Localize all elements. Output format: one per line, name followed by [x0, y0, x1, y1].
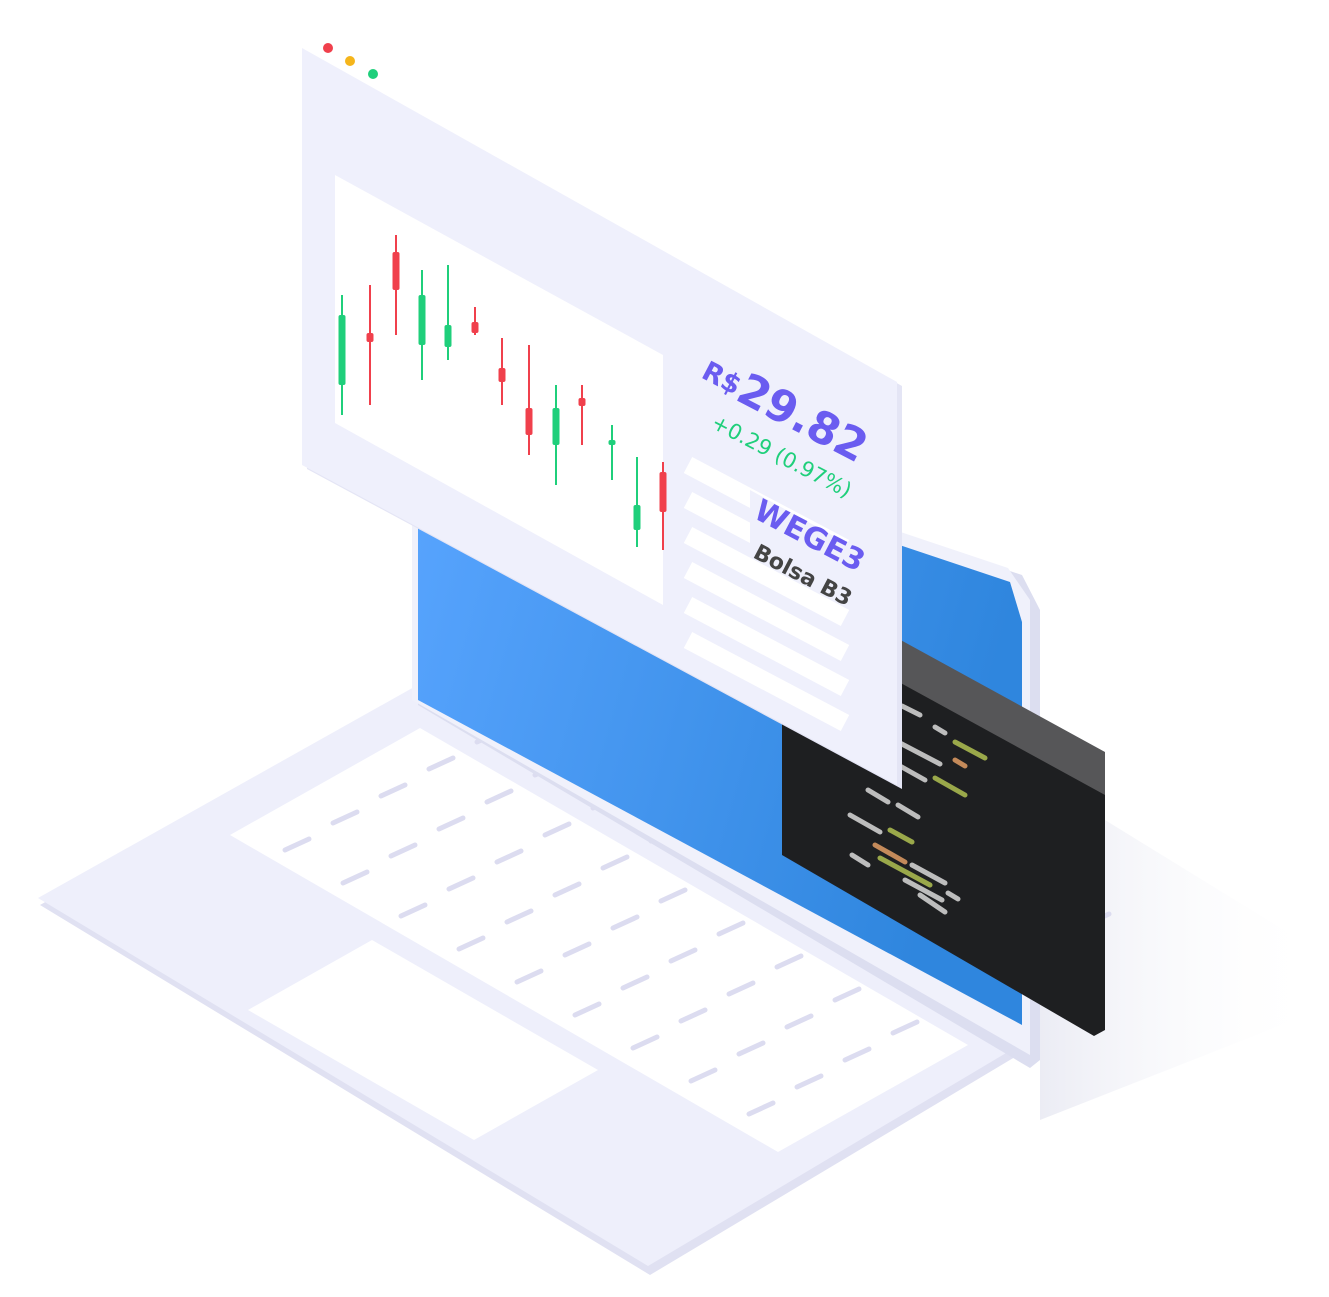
candle-body [608, 440, 616, 445]
candle-body [633, 505, 641, 530]
candle-body [471, 322, 479, 333]
close-dot[interactable] [323, 43, 333, 53]
illustration: R$ 29.82 +0.29 (0.97%) WEGE3 Bolsa B3 [38, 43, 1320, 1275]
candle-body [659, 472, 667, 512]
candle-body [444, 325, 452, 347]
maximize-dot[interactable] [368, 69, 378, 79]
candle-body [418, 295, 426, 345]
candle-body [578, 398, 586, 406]
candle-body [525, 408, 533, 435]
candle-body [338, 315, 346, 385]
candle-body [498, 368, 506, 382]
candle-body [366, 333, 374, 342]
candle-body [392, 252, 400, 290]
minimize-dot[interactable] [345, 56, 355, 66]
candle-body [552, 408, 560, 445]
